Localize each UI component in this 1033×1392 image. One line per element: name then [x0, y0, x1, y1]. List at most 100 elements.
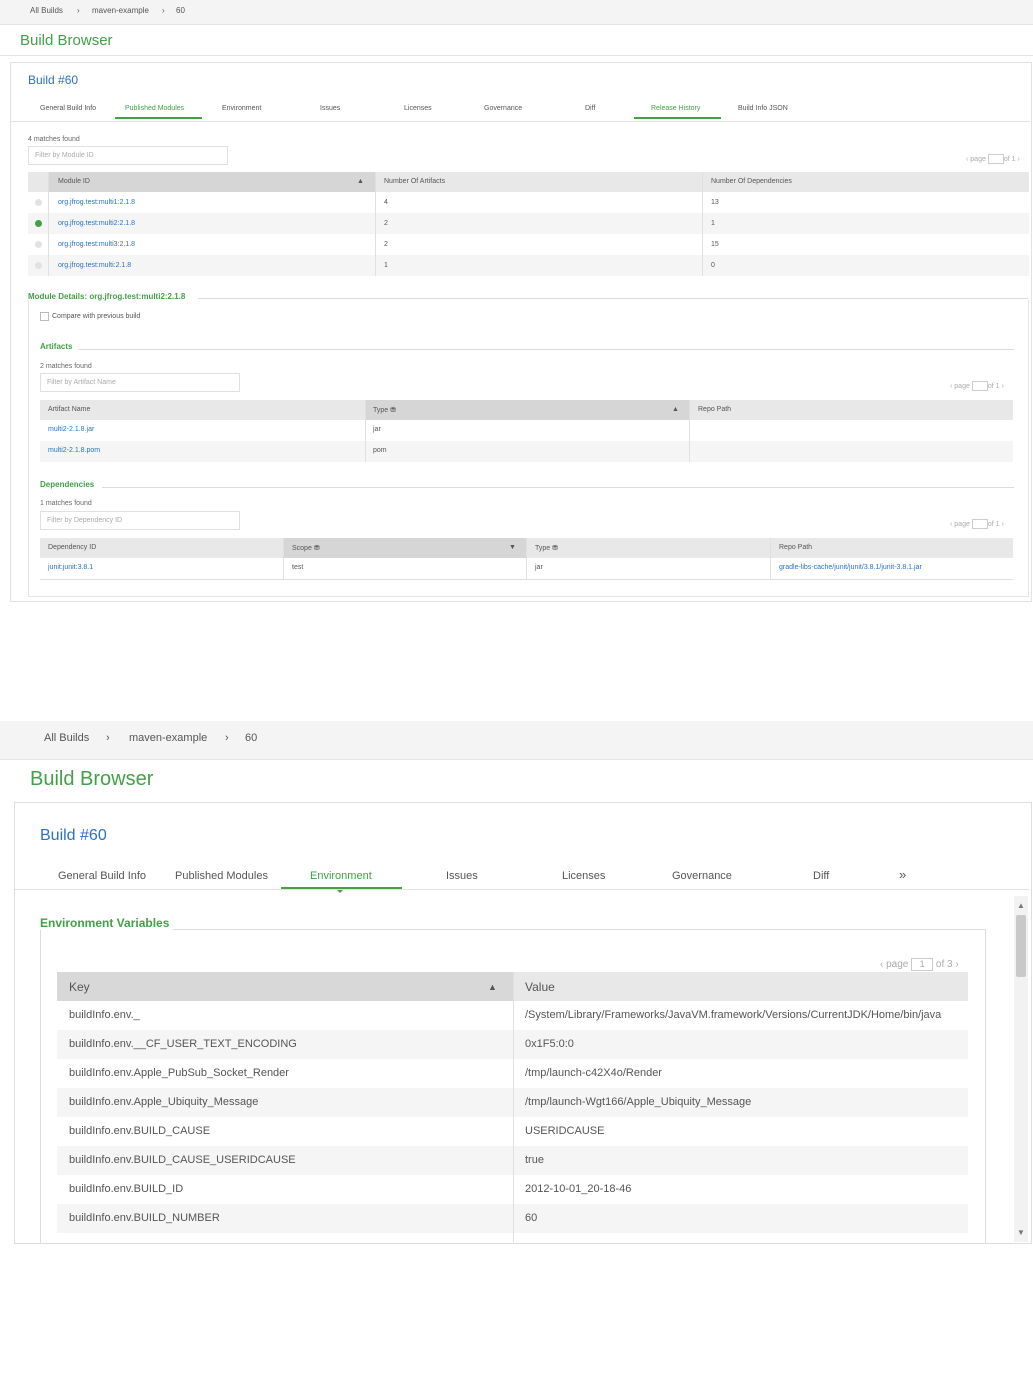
- divider: [0, 55, 1033, 56]
- scroll-down-icon[interactable]: ▼: [1017, 1228, 1025, 1237]
- tab-release-history[interactable]: Release History: [651, 105, 700, 112]
- module-filter-input[interactable]: Filter by Module ID: [28, 146, 228, 165]
- env-value: 60: [525, 1212, 538, 1224]
- tab-environment[interactable]: Environment: [222, 105, 261, 112]
- table-row[interactable]: [40, 420, 1013, 441]
- env-value: 0x1F5:0:0: [525, 1038, 574, 1050]
- table-row[interactable]: [28, 234, 1029, 255]
- column-dependency-id[interactable]: Dependency ID: [48, 544, 96, 551]
- build-title: Build #60: [28, 73, 79, 87]
- table-row[interactable]: [40, 441, 1013, 462]
- scroll-up-icon[interactable]: ▲: [1017, 901, 1025, 910]
- column-divider: [702, 172, 703, 276]
- column-key[interactable]: Key: [69, 980, 90, 994]
- breadcrumb-project[interactable]: maven-example: [129, 732, 207, 744]
- column-artifacts[interactable]: Number Of Artifacts: [384, 178, 445, 185]
- column-value[interactable]: Value: [525, 980, 555, 994]
- filter-icon[interactable]: ⛃: [314, 545, 320, 552]
- module-id-link[interactable]: org.jfrog.test:multi2:2.1.8: [58, 220, 135, 227]
- artifact-name-link[interactable]: multi2-2.1.8.jar: [48, 426, 94, 433]
- artifact-filter-input[interactable]: Filter by Artifact Name: [40, 373, 240, 392]
- module-id-link[interactable]: org.jfrog.test:multi:2.1.8: [58, 262, 131, 269]
- more-tabs-icon[interactable]: »: [899, 867, 906, 882]
- env-value: /tmp/launch-c42X4o/Render: [525, 1067, 662, 1079]
- tab-build-info-json[interactable]: Build Info JSON: [738, 105, 788, 112]
- page-input[interactable]: [987, 154, 1004, 164]
- modules-match-count: 4 matches found: [28, 136, 80, 143]
- breadcrumb-all-builds[interactable]: All Builds: [30, 6, 63, 15]
- row-select-radio[interactable]: [35, 241, 42, 248]
- dependency-filter-input[interactable]: Filter by Dependency ID: [40, 511, 240, 530]
- tab-governance[interactable]: Governance: [484, 105, 522, 112]
- breadcrumb-all-builds[interactable]: All Builds: [44, 732, 89, 744]
- artifact-count: 2: [384, 241, 388, 248]
- chevron-right-icon: ›: [162, 6, 165, 15]
- tab-licenses[interactable]: Licenses: [404, 105, 432, 112]
- tab-general-build-info[interactable]: General Build Info: [58, 870, 146, 882]
- compare-checkbox[interactable]: [40, 312, 49, 321]
- column-divider: [365, 400, 366, 462]
- dependencies-match-count: 1 matches found: [40, 500, 92, 507]
- env-value: /System/Library/Frameworks/JavaVM.framew…: [525, 1009, 942, 1021]
- scrollbar-thumb[interactable]: [1016, 915, 1026, 977]
- sort-asc-icon[interactable]: ▲: [357, 178, 364, 185]
- tab-issues[interactable]: Issues: [320, 105, 340, 112]
- dependency-id-link[interactable]: junit:junit:3.8.1: [48, 564, 93, 571]
- env-key: buildInfo.env._: [69, 1009, 140, 1021]
- modules-pager[interactable]: ‹ page of 1 ›: [966, 154, 1020, 164]
- table-row[interactable]: [28, 192, 1029, 213]
- row-select-radio[interactable]: [35, 199, 42, 206]
- tab-issues[interactable]: Issues: [446, 870, 478, 882]
- artifact-name-link[interactable]: multi2-2.1.8.pom: [48, 447, 100, 454]
- filter-icon[interactable]: ⛃: [390, 407, 396, 414]
- tab-diff[interactable]: Diff: [813, 870, 829, 882]
- column-type[interactable]: Type ⛃: [535, 544, 558, 552]
- page-input[interactable]: [971, 519, 988, 529]
- tab-general-build-info[interactable]: General Build Info: [40, 105, 96, 112]
- sort-desc-icon[interactable]: ▼: [509, 544, 516, 551]
- page-title: Build Browser: [20, 32, 113, 49]
- tab-published-modules[interactable]: Published Modules: [175, 870, 268, 882]
- tab-governance[interactable]: Governance: [672, 870, 732, 882]
- column-type[interactable]: Type ⛃: [373, 406, 396, 414]
- module-id-link[interactable]: org.jfrog.test:multi1:2.1.8: [58, 199, 135, 206]
- column-artifact-name[interactable]: Artifact Name: [48, 406, 90, 413]
- tab-licenses[interactable]: Licenses: [562, 870, 605, 882]
- dependencies-pager[interactable]: ‹ page of 1 ›: [950, 519, 1004, 529]
- column-repo-path[interactable]: Repo Path: [698, 406, 731, 413]
- column-dependencies[interactable]: Number Of Dependencies: [711, 178, 792, 185]
- column-module-id[interactable]: Module ID: [58, 178, 90, 185]
- dependency-scope: test: [292, 564, 304, 571]
- chevron-right-icon: ›: [225, 732, 229, 744]
- tab-published-modules[interactable]: Published Modules: [125, 105, 184, 112]
- dependency-repo-path-link[interactable]: gradle-libs-cache/junit/junit/3.8.1/juni…: [779, 564, 922, 571]
- build-title: Build #60: [40, 827, 107, 844]
- filter-icon[interactable]: ⛃: [552, 545, 558, 552]
- env-pager[interactable]: ‹ page 1 of 3 ›: [880, 958, 959, 971]
- column-repo-path[interactable]: Repo Path: [779, 544, 812, 551]
- sort-asc-icon[interactable]: ▲: [488, 982, 497, 992]
- env-key: buildInfo.env.Apple_Ubiquity_Message: [69, 1096, 259, 1108]
- env-key: buildInfo.env.BUILD_NUMBER: [69, 1212, 220, 1224]
- sort-asc-icon[interactable]: ▲: [672, 406, 679, 413]
- page-input[interactable]: 1: [911, 958, 934, 971]
- column-scope[interactable]: Scope ⛃: [292, 544, 320, 552]
- artifacts-pager[interactable]: ‹ page of 1 ›: [950, 381, 1004, 391]
- env-value: true: [525, 1154, 544, 1166]
- artifacts-grid-header: [40, 400, 1013, 420]
- column-divider: [526, 538, 527, 579]
- section-divider: [198, 298, 1028, 299]
- tab-environment[interactable]: Environment: [310, 870, 372, 882]
- dependencies-title: Dependencies: [40, 480, 95, 489]
- page-input[interactable]: [971, 381, 988, 391]
- table-row[interactable]: [28, 255, 1029, 276]
- artifact-count: 1: [384, 262, 388, 269]
- breadcrumb-project[interactable]: maven-example: [92, 6, 149, 15]
- table-row[interactable]: [28, 213, 1029, 234]
- tab-diff[interactable]: Diff: [585, 105, 595, 112]
- module-id-link[interactable]: org.jfrog.test:multi3:2.1.8: [58, 241, 135, 248]
- row-select-radio[interactable]: [35, 262, 42, 269]
- sorted-column-bg: [57, 972, 513, 1001]
- env-key: buildInfo.env.BUILD_CAUSE: [69, 1125, 211, 1137]
- row-selected-check-icon[interactable]: [35, 220, 42, 227]
